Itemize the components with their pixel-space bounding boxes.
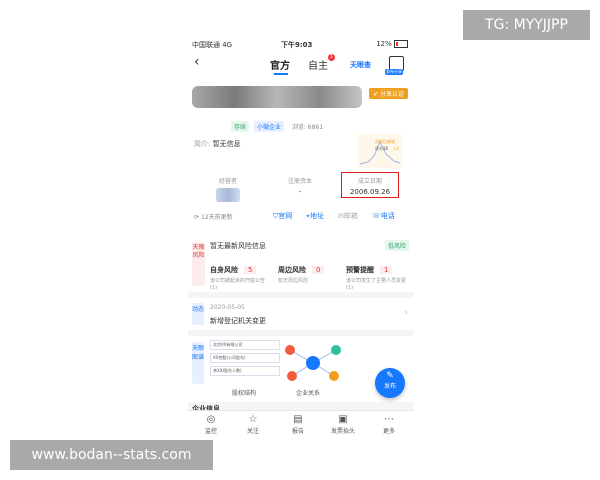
risk-header: 暂无最新风险信息 [210,242,266,250]
graph-side-label: 天眼图谱 [192,342,204,384]
phone-screen: 中国联通 4G 下午9:03 12% ‹ 官方 自主 1 天眼查 发布分享 ✔ … [188,36,414,440]
battery-icon [394,40,408,48]
pen-icon: ✎ [386,371,394,381]
risk-level-badge: 低风险 [384,240,409,251]
size-tag: 小微企业 [253,121,284,132]
status-bar: 中国联通 4G 下午9:03 12% [188,36,414,52]
watermark-bottom: www.bodan--stats.com [10,440,213,470]
company-name-blurred [192,86,362,108]
dynamic-text: 新增登记机关变更 [210,317,266,325]
publish-button[interactable]: ✎ 发布 [375,368,405,398]
info-operator[interactable]: 经营者 [198,176,258,204]
highlight-box [341,172,399,198]
tab-self[interactable]: 自主 [308,57,328,72]
nav-follow[interactable]: ☆ 关注 [238,413,268,435]
link-email[interactable]: ✉邮箱 [338,211,358,221]
dynamic-card[interactable]: 动态 2020-05-05 新增登记机关变更 › [188,298,414,330]
invoice-icon: ▣ [338,414,348,425]
equity-structure-thumb[interactable]: 北京XX有限公司 XX控股(公司股东) 李XX(股东人数) [210,340,280,386]
mini-chart-label: 深圳后新城 [375,139,395,144]
report-icon: ▤ [293,414,303,425]
share-badge: 发布分享 [385,69,403,75]
watermark-top: TG: MYYJJPP [463,10,590,40]
more-icon: ⋯ [384,414,394,425]
equity-label: 股权结构 [232,390,257,397]
clock: 下午9:03 [281,41,313,49]
company-intro: 简介: 暂无信息 [194,140,241,148]
update-time: ⟳ 12天前更新 [194,214,233,221]
dynamic-date: 2020-05-05 [210,304,245,311]
mini-chart-value: 评分36 [375,146,389,151]
chevron-right-icon: › [404,308,408,318]
nav-more[interactable]: ⋯ 更多 [374,413,404,435]
nav-invoice[interactable]: ▣ 发票抬头 [328,413,358,435]
relation-graph-thumb[interactable] [278,338,348,388]
risk-peripheral[interactable]: 周边风险 0 暂无周边风险 [278,257,340,285]
nav-bar: ‹ 官方 自主 1 天眼查 发布分享 [188,52,414,76]
status-tag: 存续 [231,121,250,132]
star-icon: ☆ [248,414,258,425]
brand-logo: 天眼查 [350,61,371,69]
monitor-icon: ◎ [206,414,216,425]
views-count: 浏览: 6861 [291,124,324,131]
battery: 12% [376,40,408,48]
link-phone[interactable]: ☏电话 [372,211,395,221]
risk-card[interactable]: 天眼风险 暂无最新风险信息 低风险 自身风险 5 该公司被起诉的开庭公告(1) 周… [188,236,414,292]
relation-label: 企业关系 [296,390,321,397]
tab-official[interactable]: 官方 [270,57,290,75]
dynamic-side-label: 动态 [192,303,204,325]
carrier: 中国联通 4G [192,41,233,49]
risk-warning[interactable]: 预警提醒 1 该公司发生了主要人员变更(1) [346,257,408,292]
notification-badge: 1 [328,54,335,61]
back-icon[interactable]: ‹ [194,54,200,70]
info-capital: 注册资本 - [287,178,312,196]
bottom-nav: ◎ 监控 ☆ 关注 ▤ 报告 ▣ 发票抬头 ⋯ 更多 [188,410,414,440]
link-website[interactable]: ⛉官网 [273,211,292,221]
nav-monitor[interactable]: ◎ 监控 [196,413,226,435]
link-address[interactable]: ⌖地址 [306,211,324,221]
risk-side-label: 天眼风险 [192,242,205,286]
cert-badge[interactable]: ✔ 分享认证 [369,88,408,99]
risk-self[interactable]: 自身风险 5 该公司被起诉的开庭公告(1) [210,257,272,292]
mini-chart-delta: ↓2 [393,146,399,151]
nav-report[interactable]: ▤ 报告 [283,413,313,435]
operator-name-blurred [216,188,240,202]
company-tags: 存续 小微企业 浏览: 6861 [231,121,329,132]
